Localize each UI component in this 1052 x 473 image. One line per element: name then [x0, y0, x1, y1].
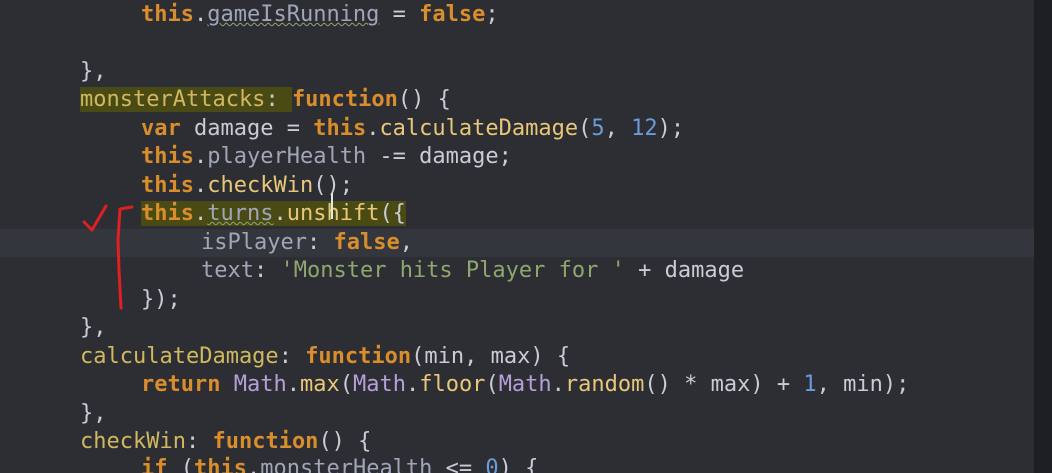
bracket-arrow-annotation [116, 205, 134, 310]
code-editor[interactable]: this.gameIsRunning = false; }, monsterAt… [0, 0, 1052, 473]
pen-annotation [82, 204, 134, 310]
editor-edge [1034, 0, 1052, 473]
checkmark-annotation-icon [82, 204, 108, 232]
